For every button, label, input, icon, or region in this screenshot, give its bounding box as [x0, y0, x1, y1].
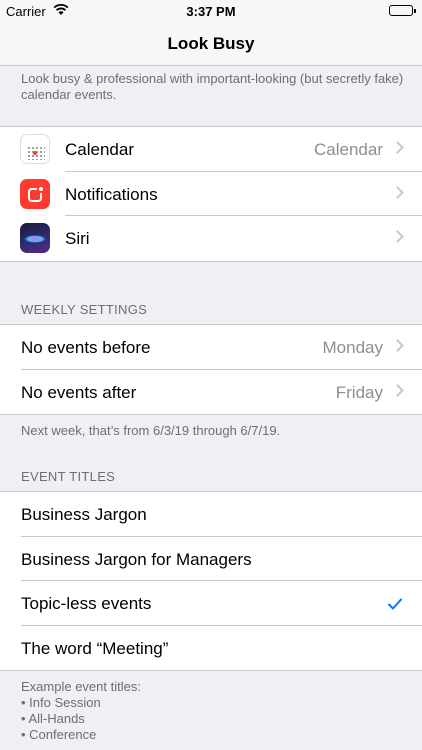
calendar-icon [20, 134, 50, 164]
siri-icon [20, 223, 50, 253]
clock: 3:37 PM [186, 4, 236, 19]
calendar-row-value: Calendar [314, 140, 383, 159]
no-events-before-value: Monday [322, 338, 383, 357]
no-events-before-row[interactable]: No events before Monday [0, 325, 422, 370]
chevron-right-icon [391, 185, 404, 199]
event-titles-header: EVENT TITLES [21, 469, 116, 484]
checkmark-icon [388, 594, 402, 615]
no-events-after-row[interactable]: No events after Friday [0, 370, 422, 415]
title-option-label: Topic-less events [21, 594, 152, 613]
title-option-label: The word “Meeting” [21, 638, 169, 658]
event-titles-group: Business Jargon Business Jargon for Mana… [0, 491, 422, 671]
battery-icon [389, 5, 416, 16]
status-bar: Carrier 3:37 PM [0, 0, 422, 22]
example-titles-footer: Example event titles: • Info Session • A… [21, 679, 406, 743]
title-option-topic-less[interactable]: Topic-less events [0, 581, 422, 626]
weekly-settings-header: WEEKLY SETTINGS [21, 302, 148, 317]
no-events-after-value: Friday [335, 382, 383, 402]
title-option-label: Business Jargon for Managers [21, 549, 252, 569]
example-titles-heading: Example event titles: [21, 679, 141, 694]
calendar-row[interactable]: Calendar Calendar [0, 127, 422, 172]
navigation-bar: Look Busy [0, 22, 422, 66]
page-title: Look Busy [167, 34, 255, 53]
example-title-item: • All-Hands [21, 711, 85, 726]
notifications-row-label: Notifications [65, 184, 158, 204]
chevron-right-icon [391, 141, 404, 154]
calendar-row-label: Calendar [65, 140, 134, 159]
app-settings-group: Calendar Calendar Notifications Siri [0, 126, 422, 262]
chevron-right-icon [391, 230, 404, 243]
siri-row[interactable]: Siri [0, 216, 422, 261]
title-option-business-jargon[interactable]: Business Jargon [0, 492, 422, 537]
no-events-before-label: No events before [21, 338, 151, 357]
example-title-item: • Conference [21, 727, 97, 742]
intro-description: Look busy & professional with important-… [21, 71, 404, 102]
title-option-label: Business Jargon [21, 505, 147, 524]
notifications-icon [20, 178, 50, 209]
siri-row-label: Siri [65, 229, 90, 248]
title-option-meeting[interactable]: The word “Meeting” [0, 626, 422, 671]
no-events-after-label: No events after [21, 382, 137, 402]
chevron-right-icon [391, 383, 404, 397]
title-option-business-jargon-managers[interactable]: Business Jargon for Managers [0, 537, 422, 581]
weekly-settings-footer: Next week, that’s from 6/3/19 through 6/… [21, 423, 281, 438]
chevron-right-icon [391, 339, 404, 352]
notifications-row[interactable]: Notifications [0, 172, 422, 216]
weekly-settings-group: No events before Monday No events after … [0, 324, 422, 415]
example-title-item: • Info Session [21, 695, 101, 710]
